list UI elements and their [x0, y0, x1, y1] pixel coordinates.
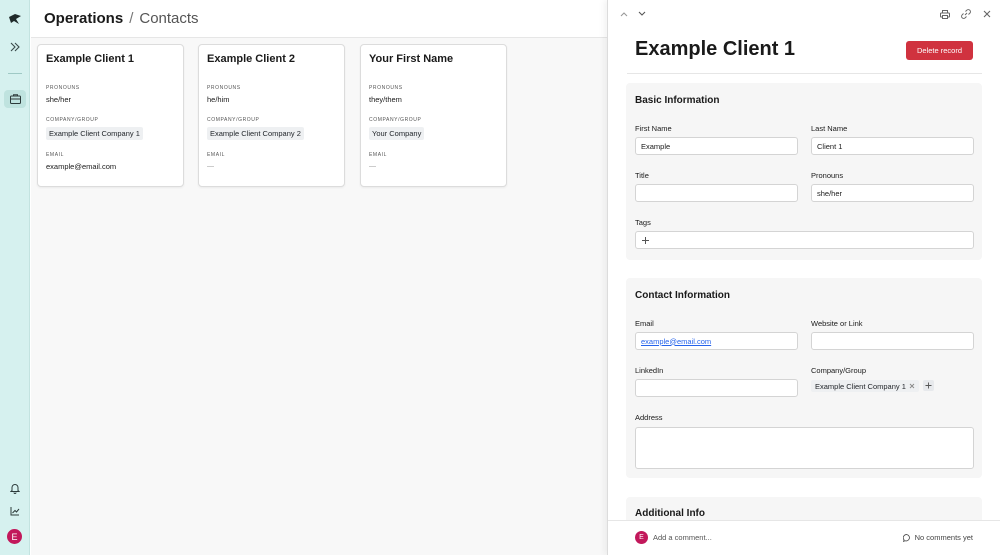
contact-card[interactable]: Your First Name PRONOUNS they/them COMPA… [360, 44, 507, 187]
comment-input[interactable]: Add a comment... [653, 533, 712, 542]
card-title: Example Client 1 [46, 53, 135, 65]
contacts-icon[interactable] [7, 91, 23, 107]
contact-information-section: Contact Information Email example@email.… [626, 278, 982, 478]
card-email-empty [369, 166, 376, 167]
contact-card[interactable]: Example Client 1 PRONOUNS she/her COMPAN… [37, 44, 184, 187]
address-label: Address [635, 413, 663, 422]
section-title: Contact Information [635, 290, 730, 301]
sidebar: E [0, 0, 30, 555]
address-field[interactable] [635, 427, 974, 469]
section-title: Additional Info [635, 508, 705, 519]
chevron-up-icon[interactable] [618, 8, 630, 20]
card-title: Example Client 2 [207, 53, 296, 65]
close-icon[interactable] [981, 8, 993, 20]
title-label: Title [635, 171, 649, 180]
comment-avatar: E [635, 531, 648, 544]
title-field[interactable] [635, 184, 798, 202]
first-name-label: First Name [635, 124, 672, 133]
tags-label: Tags [635, 218, 651, 227]
print-icon[interactable] [939, 8, 951, 20]
card-pronouns-label: PRONOUNS [46, 85, 80, 91]
comment-avatar-letter: E [639, 534, 644, 541]
comment-bar: E Add a comment... No comments yet [608, 520, 1000, 555]
company-tag-label: Example Client Company 1 [815, 381, 906, 391]
card-pronouns: she/her [46, 95, 72, 104]
basic-information-section: Basic Information First Name Example Las… [626, 83, 982, 260]
company-tag[interactable]: Example Client Company 1 [811, 380, 919, 392]
card-company-label: COMPANY/GROUP [369, 117, 422, 123]
card-email-empty [207, 166, 214, 167]
card-title: Your First Name [369, 53, 454, 65]
breadcrumb-separator: / [129, 10, 134, 27]
card-email: example@email.com [46, 162, 117, 171]
add-tag-icon[interactable] [640, 235, 651, 246]
section-title: Basic Information [635, 95, 720, 106]
title-divider [627, 73, 982, 74]
comment-icon [902, 533, 910, 542]
card-email-label: EMAIL [207, 152, 226, 158]
website-label: Website or Link [811, 319, 863, 328]
contact-card[interactable]: Example Client 2 PRONOUNS he/him COMPANY… [198, 44, 345, 187]
record-detail-panel: Example Client 1 Delete record Basic Inf… [607, 0, 1000, 555]
card-company-label: COMPANY/GROUP [207, 117, 260, 123]
breadcrumb-operations[interactable]: Operations [44, 10, 123, 27]
comments-status[interactable]: No comments yet [902, 533, 973, 542]
card-company-chip: Example Client Company 1 [46, 127, 143, 140]
card-email-label: EMAIL [369, 152, 388, 158]
card-pronouns-label: PRONOUNS [207, 85, 241, 91]
contacts-gallery: Example Client 1 PRONOUNS she/her COMPAN… [31, 38, 607, 555]
card-pronouns-label: PRONOUNS [369, 85, 403, 91]
card-company-chip: Your Company [369, 127, 425, 140]
last-name-field[interactable]: Client 1 [811, 137, 974, 155]
company-group-label: Company/Group [811, 366, 867, 375]
card-pronouns: they/them [369, 95, 402, 104]
record-title[interactable]: Example Client 1 [635, 38, 795, 61]
pronouns-value: she/her [817, 188, 843, 198]
sidebar-divider [8, 73, 22, 74]
breadcrumb-contacts: Contacts [139, 10, 199, 27]
plus-icon [925, 382, 932, 389]
analytics-icon[interactable] [7, 503, 23, 519]
pronouns-label: Pronouns [811, 171, 844, 180]
last-name-label: Last Name [811, 124, 848, 133]
bell-icon[interactable] [7, 480, 23, 496]
user-avatar[interactable]: E [7, 529, 22, 544]
link-icon[interactable] [960, 8, 972, 20]
logo-icon[interactable] [7, 11, 23, 27]
linkedin-field[interactable] [635, 379, 798, 397]
card-email-label: EMAIL [46, 152, 65, 158]
comments-status-label: No comments yet [914, 533, 973, 542]
expand-icon[interactable] [7, 39, 23, 55]
email-label: Email [635, 319, 654, 328]
pronouns-field[interactable]: she/her [811, 184, 974, 202]
first-name-field[interactable]: Example [635, 137, 798, 155]
email-link[interactable]: example@email.com [641, 337, 711, 346]
card-company-label: COMPANY/GROUP [46, 117, 99, 123]
page-header: Operations / Contacts [31, 0, 607, 38]
chevron-down-icon[interactable] [636, 8, 648, 20]
tags-field[interactable] [635, 231, 974, 249]
delete-record-button[interactable]: Delete record [906, 41, 973, 60]
card-company-chip: Example Client Company 2 [207, 127, 304, 140]
card-pronouns: he/him [207, 95, 230, 104]
last-name-value: Client 1 [817, 141, 843, 151]
avatar-letter: E [11, 531, 18, 542]
add-company-button[interactable] [923, 380, 934, 391]
website-field[interactable] [811, 332, 974, 350]
linkedin-label: LinkedIn [635, 366, 664, 375]
remove-company-icon[interactable] [909, 383, 915, 389]
email-field[interactable]: example@email.com [635, 332, 798, 350]
first-name-value: Example [641, 141, 671, 151]
breadcrumb: Operations / Contacts [44, 10, 199, 27]
